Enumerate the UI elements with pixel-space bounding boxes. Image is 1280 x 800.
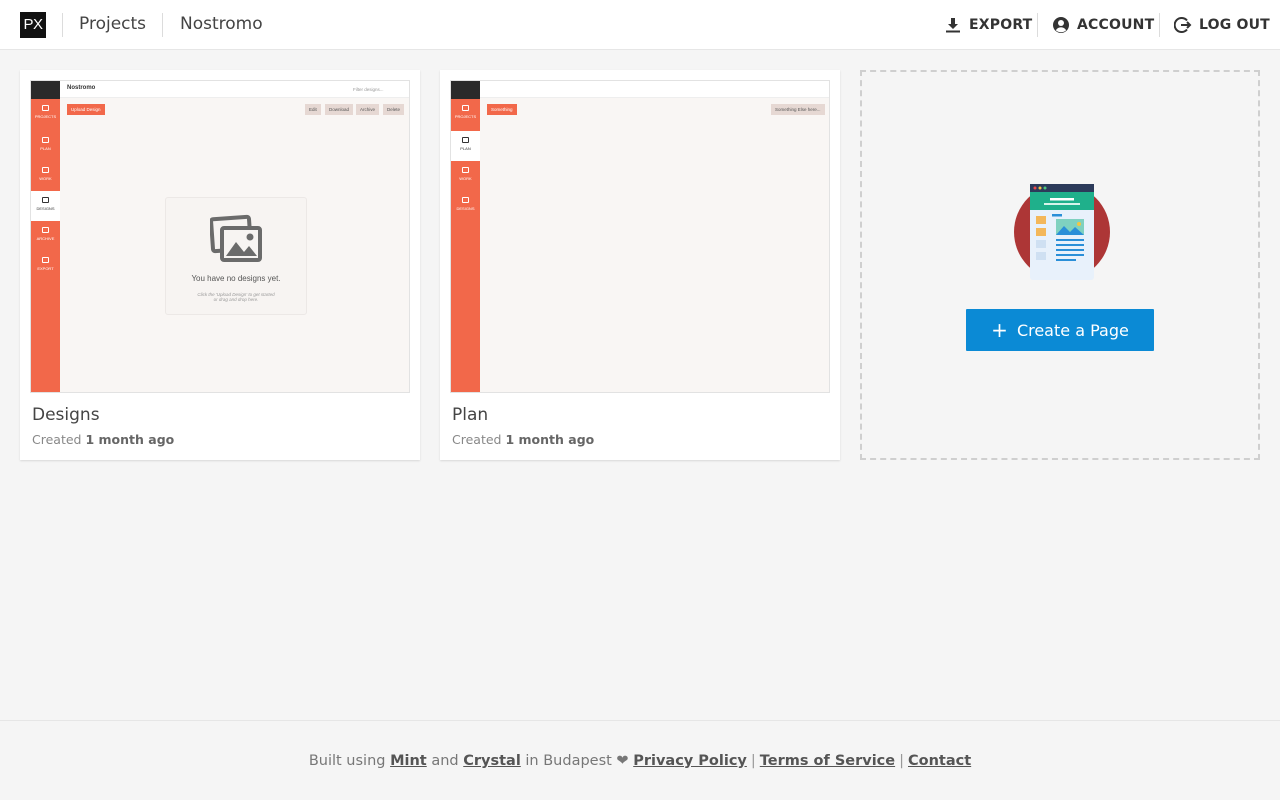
export-label: EXPORT bbox=[969, 17, 1033, 33]
create-page-card: + Create a Page bbox=[860, 70, 1260, 460]
privacy-policy-link[interactable]: Privacy Policy bbox=[633, 753, 747, 769]
footer-in-budapest: in Budapest ❤ bbox=[525, 753, 629, 769]
divider bbox=[1159, 13, 1160, 37]
preview-nav-item: WORK bbox=[451, 161, 480, 191]
preview-primary-button: Upload Design bbox=[67, 104, 105, 115]
footer-and: and bbox=[431, 753, 459, 769]
preview-nav-item: ARCHIVE bbox=[31, 221, 60, 251]
logout-label: LOG OUT bbox=[1199, 17, 1270, 33]
logout-icon bbox=[1174, 17, 1192, 33]
page-card-plan[interactable]: PROJECTS PLAN WORK DESIGNS Something Som… bbox=[440, 70, 840, 460]
preview-logo bbox=[451, 81, 480, 99]
plus-icon: + bbox=[991, 318, 1008, 342]
preview-nav-item-active: DESIGNS bbox=[31, 191, 60, 221]
preview-primary-button: Something bbox=[487, 104, 517, 115]
page-card-created: Created 1 month ago bbox=[32, 432, 175, 447]
page-preview-thumbnail: PROJECTS PLAN WORK DESIGNS ARCHIVE EXPOR… bbox=[30, 80, 410, 393]
page-card-designs[interactable]: PROJECTS PLAN WORK DESIGNS ARCHIVE EXPOR… bbox=[20, 70, 420, 460]
page-card-title: Plan bbox=[452, 405, 489, 425]
preview-nav-item: WORK bbox=[31, 161, 60, 191]
preview-nav-item: PROJECTS bbox=[31, 99, 60, 129]
contact-link[interactable]: Contact bbox=[908, 753, 971, 769]
divider bbox=[1037, 13, 1038, 37]
export-button[interactable]: EXPORT bbox=[944, 0, 1032, 50]
account-button[interactable]: ACCOUNT bbox=[1052, 0, 1154, 50]
user-circle-icon bbox=[1053, 17, 1069, 33]
preview-action-button: Delete bbox=[383, 104, 405, 115]
footer-built-using: Built using bbox=[308, 753, 386, 769]
images-icon bbox=[210, 214, 262, 262]
preview-action-button: Edit bbox=[305, 104, 321, 115]
page-illustration-icon bbox=[1014, 184, 1110, 280]
footer-separator: | bbox=[899, 753, 904, 769]
preview-action-button: Archive bbox=[356, 104, 380, 115]
preview-nav-item-active: PLAN bbox=[451, 131, 480, 161]
create-page-button[interactable]: + Create a Page bbox=[966, 309, 1154, 351]
preview-sidebar: PROJECTS PLAN WORK DESIGNS ARCHIVE EXPOR… bbox=[31, 81, 60, 392]
preview-topbar bbox=[480, 81, 829, 98]
preview-empty-state: You have no designs yet. Click the 'Uplo… bbox=[165, 197, 307, 315]
footer-separator: | bbox=[750, 753, 756, 769]
terms-of-service-link[interactable]: Terms of Service bbox=[760, 753, 895, 769]
preview-action-button: Download bbox=[325, 104, 354, 115]
download-icon bbox=[946, 18, 960, 33]
create-page-label: Create a Page bbox=[1016, 320, 1129, 340]
divider bbox=[162, 13, 163, 37]
page-card-title: Designs bbox=[32, 405, 100, 425]
crystal-link[interactable]: Crystal bbox=[463, 753, 521, 769]
preview-empty-title: You have no designs yet. bbox=[191, 274, 281, 283]
preview-sidebar: PROJECTS PLAN WORK DESIGNS bbox=[451, 81, 480, 392]
preview-nav-item: PROJECTS bbox=[451, 99, 480, 129]
page-card-created: Created 1 month ago bbox=[452, 432, 595, 447]
top-bar: PX Projects Nostromo EXPORT ACCOUNT LOG … bbox=[0, 0, 1280, 50]
preview-empty-hint: Click the 'Upload Design' to get started… bbox=[197, 292, 275, 302]
account-label: ACCOUNT bbox=[1077, 17, 1155, 33]
preview-topbar: Nostromo Filter designs... bbox=[60, 81, 409, 98]
breadcrumb-current-project: Nostromo bbox=[180, 14, 263, 34]
preview-nav-item: DESIGNS bbox=[451, 191, 480, 221]
divider bbox=[62, 13, 63, 37]
preview-nav-item: PLAN bbox=[31, 131, 60, 161]
preview-nav-item: EXPORT bbox=[31, 251, 60, 281]
footer: Built using Mint and Crystal in Budapest… bbox=[0, 720, 1280, 800]
logo[interactable]: PX bbox=[20, 12, 46, 38]
preview-search: Filter designs... bbox=[353, 87, 384, 92]
preview-title: Nostromo bbox=[67, 85, 96, 91]
page-preview-thumbnail: PROJECTS PLAN WORK DESIGNS Something Som… bbox=[450, 80, 830, 393]
breadcrumb-projects-link[interactable]: Projects bbox=[79, 0, 146, 50]
preview-logo bbox=[31, 81, 60, 99]
mint-link[interactable]: Mint bbox=[390, 753, 427, 769]
preview-action-button: Something Else here... bbox=[771, 104, 825, 115]
logout-button[interactable]: LOG OUT bbox=[1174, 0, 1270, 50]
